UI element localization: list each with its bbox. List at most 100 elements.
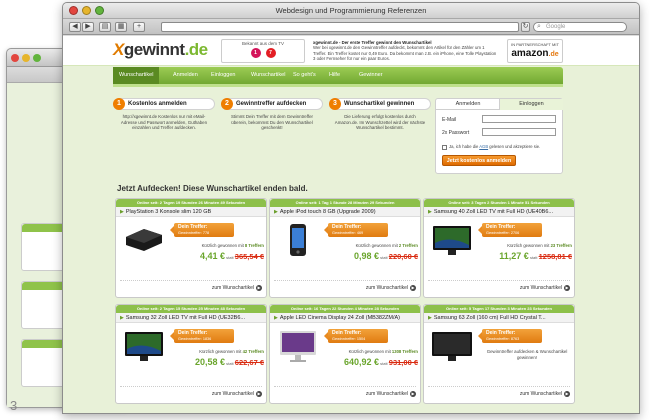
tab-einloggen[interactable]: Einloggen <box>499 99 563 110</box>
go-arrow-icon: ▶ <box>410 285 416 291</box>
to-product-label: zum Wunschartikel <box>211 285 254 291</box>
password-label: 2x Passwort <box>442 130 470 136</box>
how-it-works: 1 Kostenlos anmelden http://xgewinnt.de Ko… <box>113 98 433 180</box>
to-product-link[interactable]: zum Wunschartikel ▶ <box>270 391 416 397</box>
password-field[interactable] <box>482 128 556 136</box>
add-bookmark-button[interactable]: + <box>133 22 145 32</box>
site-logo[interactable]: Xgewinnt.de <box>113 40 208 60</box>
hit-tag-sub: Gewinntreffer: 1504 <box>332 337 366 341</box>
product-card[interactable]: Online seit: 5 Tagen 17 Stunden 3 Minute… <box>423 304 575 404</box>
agb-text-pre: Ja, ich habe die <box>449 144 480 149</box>
reload-icon[interactable]: ↻ <box>521 22 530 32</box>
product-name[interactable]: ▶ Apple iPod touch 8 GB (Upgrade 2009) <box>270 207 420 217</box>
price-word: statt <box>226 255 234 260</box>
email-field[interactable] <box>482 115 556 123</box>
hit-tag-title: Dein Treffer: <box>178 224 208 230</box>
to-product-label: zum Wunschartikel <box>365 285 408 291</box>
original-price: 1258,81 € <box>538 252 572 261</box>
recent-win-text: Kürzlich gewonnen mit 8 Treffern <box>170 243 264 248</box>
nav-item-4[interactable]: So geht's <box>287 67 322 84</box>
tab-anmelden[interactable]: Anmelden <box>436 99 500 110</box>
back-button[interactable]: ◀ <box>69 22 81 32</box>
product-image[interactable] <box>430 223 474 257</box>
search-input[interactable]: ⌕ Google <box>533 22 627 32</box>
hit-tag: Dein Treffer: Gewinntreffer: 2706 <box>478 223 542 237</box>
go-arrow-icon: ▶ <box>256 391 262 397</box>
product-card[interactable]: Online seit: 1 Tag 1 Stunde 28 Minuten 2… <box>269 198 421 298</box>
logo-x: X <box>113 40 124 59</box>
product-card[interactable]: Online seit: 16 Tagen 22 Stunden 4 Minut… <box>269 304 421 404</box>
minimize-light-icon[interactable] <box>22 54 30 62</box>
screenshot-stage: 3 Webdesign und Programmierung Referenze… <box>0 0 650 420</box>
step-3: 3 Wunschartikel gewinnen Die Lieferung erf… <box>329 98 431 180</box>
product-name[interactable]: ▶ Samsung 32 Zoll LED TV mit Full HD (UE3… <box>116 313 266 323</box>
step-title: Kostenlos anmelden <box>128 101 187 107</box>
agb-checkbox[interactable] <box>442 145 447 150</box>
address-bar[interactable] <box>161 22 519 32</box>
hit-tag-title: Dein Treffer: <box>486 224 516 230</box>
to-product-link[interactable]: zum Wunschartikel ▶ <box>116 391 262 397</box>
product-card[interactable]: Online seit: 3 Tagen 2 Stunden 1 Minute … <box>423 198 575 298</box>
nav-item-3[interactable]: Wunschartikel <box>245 67 291 84</box>
product-name[interactable]: ▶ Samsung 63 Zoll (160 cm) Full HD Crysta… <box>424 313 574 323</box>
forward-button[interactable]: ▶ <box>82 22 94 32</box>
to-product-link[interactable]: zum Wunschartikel ▶ <box>116 285 262 291</box>
nav-item-2[interactable]: Einloggen <box>205 67 241 84</box>
arrow-right-icon: ▶ <box>120 209 124 215</box>
zoom-window-icon[interactable] <box>95 6 104 15</box>
hit-tag: Dein Treffer: Gewinntreffer: 1504 <box>324 329 388 343</box>
window-title: Webdesign und Programmierung Referenzen <box>275 6 427 15</box>
won-prefix: Kürzlich gewonnen mit <box>355 243 399 248</box>
hit-tag-sub: Gewinntreffer: 1836 <box>178 337 212 341</box>
step-title: Wunschartikel gewinnen <box>344 101 415 107</box>
product-name[interactable]: ▶ Samsung 40 Zoll LED TV mit Full HD (UE4… <box>424 207 574 217</box>
product-name[interactable]: ▶ PlayStation 3 Konsole slim 120 GB <box>116 207 266 217</box>
product-card[interactable]: Online seit: 2 Tagen 15 Stunden 25 Minut… <box>115 304 267 404</box>
section-title: Jetzt Aufdecken! Diese Wunschartikel end… <box>117 184 308 193</box>
nav-item-0[interactable]: Wunschartikel <box>113 67 160 84</box>
agb-link[interactable]: AGB <box>479 144 488 149</box>
to-product-link[interactable]: zum Wunschartikel ▶ <box>270 285 416 291</box>
browser-toolbar: ◀ ▶ ▤ ▦ + ↻ ⌕ Google <box>63 19 639 35</box>
nav-underline <box>113 84 563 87</box>
price-line: 11,27 € statt 1258,81 € <box>478 251 572 261</box>
nav-item-6[interactable]: Gewinner <box>353 67 389 84</box>
to-product-link[interactable]: zum Wunschartikel ▶ <box>424 391 570 397</box>
current-price: 0,98 € <box>353 251 379 261</box>
won-prefix: Kürzlich gewonnen mit <box>201 243 245 248</box>
logo-main: gewinnt <box>123 40 185 59</box>
product-name-text: Samsung 63 Zoll (160 cm) Full HD Crystal… <box>433 315 546 321</box>
recent-win-text: Kürzlich gewonnen mit 2 Treffern <box>324 243 418 248</box>
close-light-icon[interactable] <box>11 54 19 62</box>
register-button[interactable]: Jetzt kostenlos anmelden <box>442 155 516 166</box>
to-product-link[interactable]: zum Wunschartikel ▶ <box>424 285 570 291</box>
product-image[interactable] <box>276 223 320 257</box>
nav-item-1[interactable]: Anmelden <box>167 67 204 84</box>
product-image[interactable] <box>122 329 166 363</box>
site-header: Xgewinnt.de Bekannt aus dem TV 17 xgewin… <box>63 36 639 66</box>
product-image[interactable] <box>122 223 166 257</box>
product-name-text: Apple iPod touch 8 GB (Upgrade 2009) <box>279 209 376 215</box>
zoom-light-icon[interactable] <box>33 54 41 62</box>
price-word: statt <box>529 255 538 260</box>
won-count: 42 Treffern <box>242 349 264 354</box>
search-placeholder: Google <box>546 24 566 30</box>
title-bar: Webdesign und Programmierung Referenzen <box>63 3 639 19</box>
product-image[interactable] <box>276 329 320 363</box>
step-2: 2 Gewinntreffer aufdecken Stimmt Dein Tref… <box>221 98 323 180</box>
amazon-partner-badge[interactable]: IN PARTNERSCHAFT MIT amazon.de <box>507 39 563 63</box>
step-body: Stimmt Dein Treffer mit dem Gewinntreffe… <box>230 114 314 131</box>
grid-view-icon[interactable]: ▦ <box>115 22 127 32</box>
close-window-icon[interactable] <box>69 6 78 15</box>
tv-logos: 17 <box>222 48 304 58</box>
step-header: 3 Wunschartikel gewinnen <box>329 98 431 110</box>
product-name[interactable]: ▶ Apple LED Cinema Display 24 Zoll (MB382… <box>270 313 420 323</box>
product-image[interactable] <box>430 329 474 363</box>
online-since: Online seit: 16 Tagen 22 Stunden 4 Minut… <box>270 305 420 313</box>
tv-channel-logo: 1 <box>250 48 261 58</box>
hit-tag-title: Dein Treffer: <box>332 224 362 230</box>
nav-item-5[interactable]: Hilfe <box>323 67 346 84</box>
minimize-window-icon[interactable] <box>82 6 91 15</box>
product-card[interactable]: Online seit: 2 Tagen 19 Stunden 26 Minut… <box>115 198 267 298</box>
bookmarks-icon[interactable]: ▤ <box>99 22 111 32</box>
